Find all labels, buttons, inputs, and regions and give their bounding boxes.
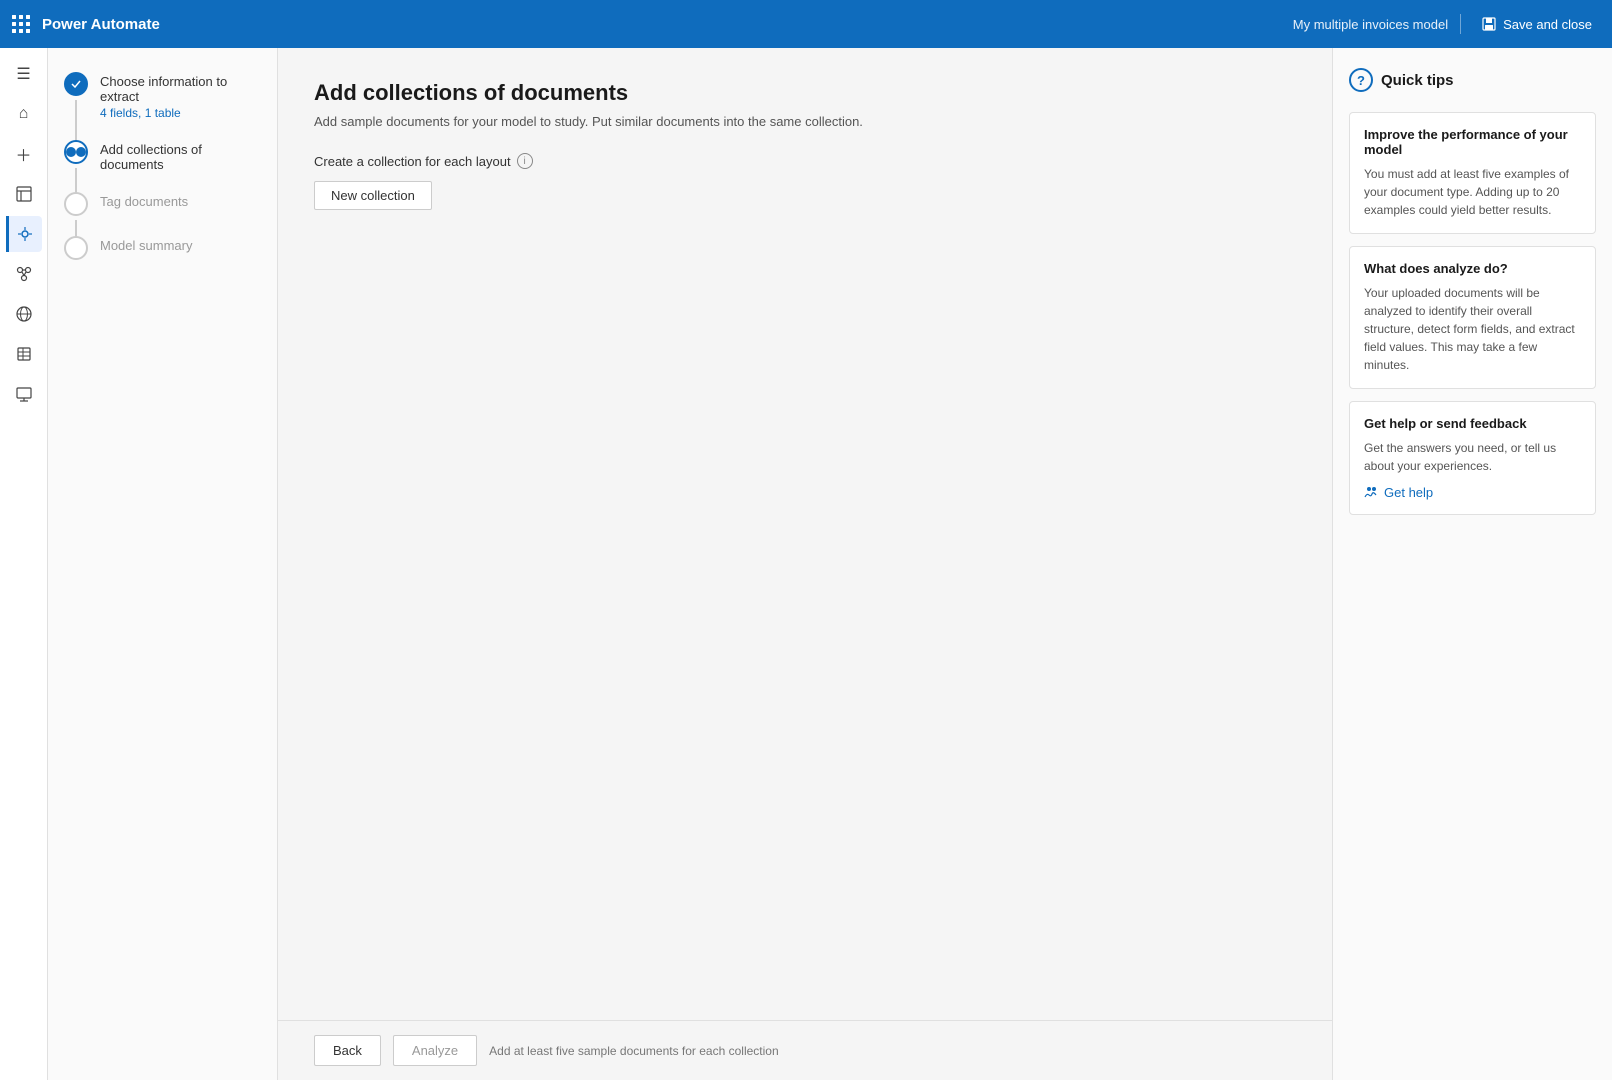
tip-card-1-text: Your uploaded documents will be analyzed…	[1364, 284, 1581, 374]
get-help-link[interactable]: Get help	[1364, 485, 1581, 500]
analyze-button[interactable]: Analyze	[393, 1035, 477, 1066]
menu-button[interactable]: ☰	[6, 56, 42, 92]
app-grid-icon[interactable]	[12, 15, 30, 33]
tip-card-help: Get help or send feedback Get the answer…	[1349, 401, 1596, 515]
checkmark-icon	[70, 78, 82, 90]
new-collection-button[interactable]: New collection	[314, 181, 432, 210]
ai-icon	[16, 225, 34, 243]
main-layout: ☰ ⌂ ＋ Choos	[0, 48, 1612, 1080]
data-button[interactable]	[6, 336, 42, 372]
quick-tips-panel: ? Quick tips Improve the performance of …	[1332, 48, 1612, 1080]
steps-sidebar: Choose information to extract 4 fields, …	[48, 48, 278, 1080]
save-close-button[interactable]: Save and close	[1473, 12, 1600, 36]
connections-icon	[15, 305, 33, 323]
templates-icon	[15, 185, 33, 203]
step-3-circle	[64, 192, 88, 216]
process-advisor-button[interactable]	[6, 256, 42, 292]
step-3-title: Tag documents	[100, 194, 188, 209]
back-button[interactable]: Back	[314, 1035, 381, 1066]
monitor-button[interactable]	[6, 376, 42, 412]
page-description: Add sample documents for your model to s…	[314, 114, 1296, 129]
step-2-title: Add collections of documents	[100, 142, 261, 172]
step-2-content: Add collections of documents	[100, 140, 261, 172]
step-1-title: Choose information to extract	[100, 74, 261, 104]
app-title: Power Automate	[42, 16, 160, 33]
tip-card-performance: Improve the performance of your model Yo…	[1349, 112, 1596, 234]
get-help-icon	[1364, 486, 1378, 500]
step-3-content: Tag documents	[100, 192, 188, 209]
info-icon[interactable]: i	[517, 153, 533, 169]
step-4-title: Model summary	[100, 238, 192, 253]
monitor-icon	[15, 385, 33, 403]
connections-button[interactable]	[6, 296, 42, 332]
step-add-collections: Add collections of documents	[64, 140, 261, 172]
step-1-circle	[64, 72, 88, 96]
tip-card-analyze: What does analyze do? Your uploaded docu…	[1349, 246, 1596, 389]
step-tag-documents: Tag documents	[64, 192, 261, 216]
step-4-circle	[64, 236, 88, 260]
tip-card-2-title: Get help or send feedback	[1364, 416, 1581, 431]
templates-button[interactable]	[6, 176, 42, 212]
section-label: Create a collection for each layout i	[314, 153, 1296, 169]
topbar-divider	[1460, 14, 1461, 34]
content-body: Add collections of documents Add sample …	[278, 48, 1332, 1020]
help-circle-icon: ?	[1349, 68, 1373, 92]
data-icon	[15, 345, 33, 363]
main-content: Add collections of documents Add sample …	[278, 48, 1332, 1080]
step-model-summary: Model summary	[64, 236, 261, 260]
bottom-hint: Add at least five sample documents for e…	[489, 1044, 779, 1058]
ai-models-button[interactable]	[6, 216, 42, 252]
create-button[interactable]: ＋	[6, 136, 42, 172]
step-4-content: Model summary	[100, 236, 192, 253]
icon-sidebar: ☰ ⌂ ＋	[0, 48, 48, 1080]
topbar-right: My multiple invoices model Save and clos…	[1293, 12, 1600, 36]
page-title: Add collections of documents	[314, 80, 1296, 106]
tip-card-0-title: Improve the performance of your model	[1364, 127, 1581, 157]
tip-card-0-text: You must add at least five examples of y…	[1364, 165, 1581, 219]
step-1-subtitle: 4 fields, 1 table	[100, 106, 261, 120]
tip-card-2-text: Get the answers you need, or tell us abo…	[1364, 439, 1581, 475]
quick-tips-title: Quick tips	[1381, 72, 1454, 89]
step-1-content: Choose information to extract 4 fields, …	[100, 72, 261, 120]
quick-tips-header: ? Quick tips	[1349, 68, 1596, 92]
model-name: My multiple invoices model	[1293, 17, 1448, 32]
step-2-dot	[66, 147, 76, 157]
save-icon	[1481, 16, 1497, 32]
bottom-bar: Back Analyze Add at least five sample do…	[278, 1020, 1332, 1080]
step-2-circle	[64, 140, 88, 164]
home-button[interactable]: ⌂	[6, 96, 42, 132]
process-icon	[15, 265, 33, 283]
step-choose-info: Choose information to extract 4 fields, …	[64, 72, 261, 120]
tip-card-1-title: What does analyze do?	[1364, 261, 1581, 276]
topbar: Power Automate My multiple invoices mode…	[0, 0, 1612, 48]
